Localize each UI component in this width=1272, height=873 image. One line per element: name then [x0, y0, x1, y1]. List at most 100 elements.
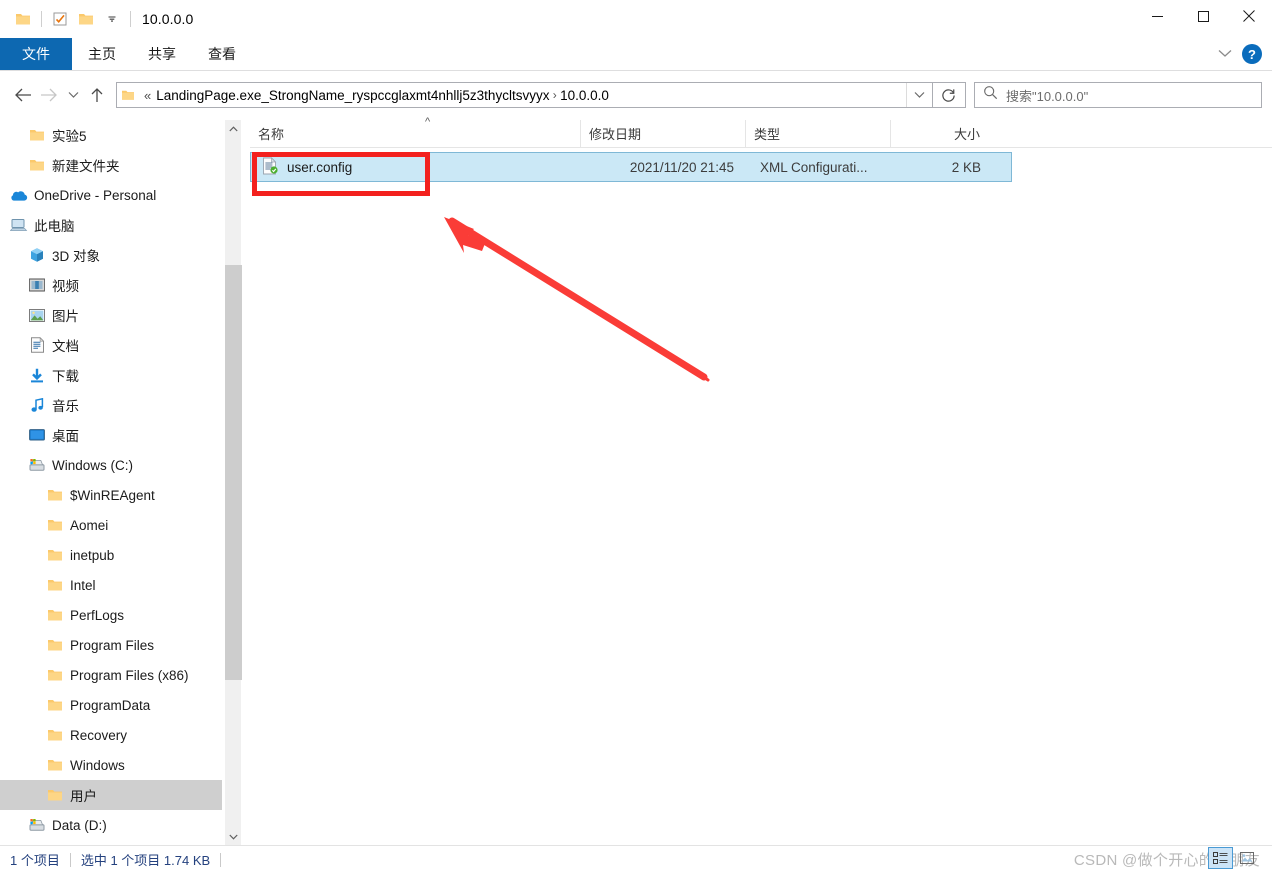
tab-share[interactable]: 共享 [132, 38, 192, 70]
file-name-label: user.config [287, 159, 353, 175]
minimize-icon[interactable] [1134, 0, 1180, 32]
up-arrow-icon[interactable] [84, 82, 110, 108]
folder-icon [44, 788, 66, 802]
help-button[interactable]: ? [1242, 44, 1262, 64]
details-view-icon[interactable] [1208, 847, 1233, 869]
ribbon-expand-chevron-down-icon[interactable] [1218, 45, 1232, 63]
sidebar-item-label: PerfLogs [70, 607, 125, 623]
sidebar-item-8[interactable]: 下载 [0, 360, 222, 390]
recent-locations-chevron-down-icon[interactable] [62, 82, 84, 108]
sidebar-item-label: 实验5 [52, 129, 87, 144]
downloads-icon [26, 368, 48, 383]
sidebar-item-label: Recovery [70, 727, 128, 743]
address-chevron-down-icon[interactable] [906, 83, 932, 107]
column-header-name-label: 名称 [258, 127, 285, 142]
pictures-icon [26, 308, 48, 322]
sidebar-item-label: 下载 [52, 369, 79, 384]
sidebar-item-label: ProgramData [70, 697, 151, 713]
search-placeholder: 搜索"10.0.0.0" [1006, 88, 1089, 104]
folder-icon [44, 608, 66, 622]
folder-icon[interactable] [10, 6, 36, 32]
tab-file[interactable]: 文件 [0, 38, 72, 70]
breadcrumb-overflow[interactable]: « [139, 88, 156, 103]
scroll-up-chevron-up-icon[interactable] [225, 120, 242, 137]
column-header-size[interactable]: 大小 [890, 119, 994, 148]
navigation-pane-scrollbar[interactable] [224, 120, 242, 845]
column-header-type[interactable]: 类型 [745, 119, 890, 148]
table-row[interactable]: user.config 2021/11/20 21:45 XML Configu… [250, 152, 1012, 182]
tab-home[interactable]: 主页 [72, 38, 132, 70]
refresh-icon[interactable] [932, 82, 966, 108]
sidebar-item-23[interactable]: Data (D:) [0, 810, 222, 840]
large-icons-view-icon[interactable] [1235, 847, 1260, 869]
search-input[interactable]: 搜索"10.0.0.0" [974, 82, 1262, 108]
sidebar-item-1[interactable]: 新建文件夹 [0, 150, 222, 180]
properties-checkbox-icon[interactable] [47, 6, 73, 32]
sidebar-item-label: 此电脑 [34, 219, 75, 234]
folder-icon [26, 128, 48, 142]
folder-icon [44, 488, 66, 502]
close-icon[interactable] [1226, 0, 1272, 32]
sidebar-item-15[interactable]: Intel [0, 570, 222, 600]
sidebar-item-22[interactable]: 用户 [0, 780, 222, 810]
sidebar-item-19[interactable]: ProgramData [0, 690, 222, 720]
sidebar-item-4[interactable]: 3D 对象 [0, 240, 222, 270]
3d-objects-icon [26, 247, 48, 263]
address-folder-icon [117, 89, 139, 101]
sidebar-item-21[interactable]: Windows [0, 750, 222, 780]
sidebar-item-14[interactable]: inetpub [0, 540, 222, 570]
sidebar-item-label: Program Files [70, 637, 155, 653]
sidebar-item-2[interactable]: OneDrive - Personal [0, 180, 222, 210]
sidebar-item-label: Windows (C:) [52, 457, 134, 473]
sidebar-item-18[interactable]: Program Files (x86) [0, 660, 222, 690]
scroll-down-chevron-down-icon[interactable] [225, 828, 242, 845]
quick-access-toolbar: 10.0.0.0 [0, 0, 193, 38]
this-pc-icon [8, 218, 30, 232]
status-divider [69, 852, 71, 867]
sidebar-item-label: 桌面 [52, 429, 79, 444]
sidebar-item-13[interactable]: Aomei [0, 510, 222, 540]
sidebar-item-label: 新建文件夹 [52, 159, 120, 174]
sidebar-item-17[interactable]: Program Files [0, 630, 222, 660]
forward-arrow-icon[interactable] [36, 82, 62, 108]
navigation-pane: 实验5 新建文件夹 OneDrive - Personal 此电脑 3D 对象 视频图片文… [0, 120, 222, 845]
column-header-name[interactable]: 名称 ^ [250, 116, 580, 148]
folder-icon [44, 668, 66, 682]
file-explorer-window: 10.0.0.0 文件 主页 共享 查看 ? « LandingPage.exe… [0, 0, 1272, 873]
breadcrumb-item-1[interactable]: 10.0.0.0 [560, 88, 609, 103]
sidebar-item-20[interactable]: Recovery [0, 720, 222, 750]
column-header-date[interactable]: 修改日期 [580, 119, 745, 148]
sidebar-item-6[interactable]: 图片 [0, 300, 222, 330]
back-arrow-icon[interactable] [10, 82, 36, 108]
desktop-icon [26, 428, 48, 442]
sidebar-item-7[interactable]: 文档 [0, 330, 222, 360]
window-title: 10.0.0.0 [142, 11, 194, 27]
breadcrumb-item-0[interactable]: LandingPage.exe_StrongName_ryspccglaxmt4… [156, 88, 549, 103]
tab-view[interactable]: 查看 [192, 38, 252, 70]
quick-access-chevron-down-icon[interactable] [99, 6, 125, 32]
sidebar-item-9[interactable]: 音乐 [0, 390, 222, 420]
maximize-icon[interactable] [1180, 0, 1226, 32]
sidebar-item-3[interactable]: 此电脑 [0, 210, 222, 240]
sidebar-item-label: 用户 [70, 789, 97, 804]
sidebar-item-label: 图片 [52, 309, 79, 324]
new-folder-icon[interactable] [73, 6, 99, 32]
sidebar-item-0[interactable]: 实验5 [0, 120, 222, 150]
sidebar-item-label: Program Files (x86) [70, 667, 189, 683]
sidebar-item-label: inetpub [70, 547, 115, 563]
videos-icon [26, 278, 48, 292]
sidebar-item-12[interactable]: $WinREAgent [0, 480, 222, 510]
breadcrumb-separator-0[interactable]: › [549, 88, 560, 102]
sidebar-item-label: $WinREAgent [70, 487, 155, 503]
scrollbar-thumb[interactable] [225, 265, 242, 680]
sidebar-item-label: 文档 [52, 339, 79, 354]
sidebar-item-10[interactable]: 桌面 [0, 420, 222, 450]
column-header-type-label: 类型 [754, 127, 781, 142]
folder-icon [44, 698, 66, 712]
sidebar-item-11[interactable]: Windows (C:) [0, 450, 222, 480]
sidebar-item-5[interactable]: 视频 [0, 270, 222, 300]
address-bar[interactable]: « LandingPage.exe_StrongName_ryspccglaxm… [116, 82, 933, 108]
window-controls [1134, 0, 1272, 38]
sidebar-item-16[interactable]: PerfLogs [0, 600, 222, 630]
sidebar-item-label: Windows [70, 757, 125, 773]
